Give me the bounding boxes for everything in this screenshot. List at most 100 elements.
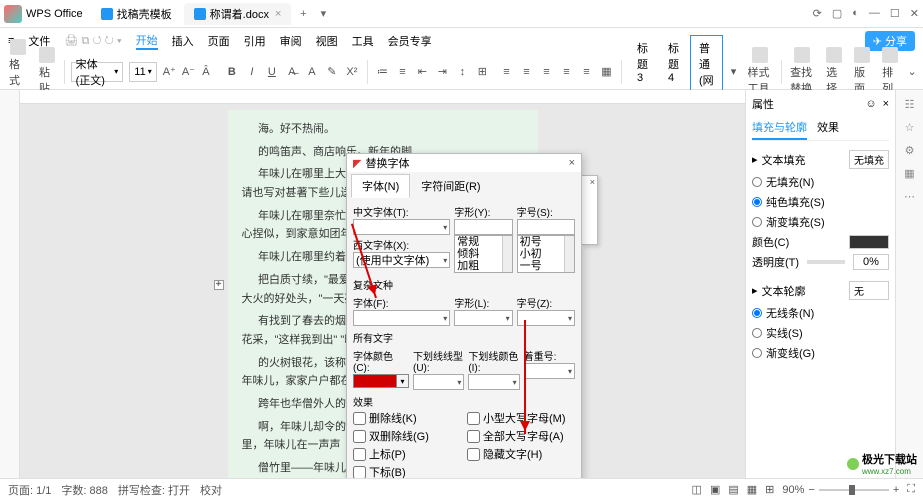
outline-dropdown[interactable]: 无 [849, 281, 889, 300]
fill-gradient-radio[interactable] [752, 217, 762, 227]
tab-fill-outline[interactable]: 填充与轮廓 [752, 116, 807, 140]
tab-spacing[interactable]: 字符间距(R) [410, 174, 491, 198]
scrollbar[interactable] [502, 236, 512, 272]
dstrike-check[interactable]: 双删除线(G) [353, 428, 461, 444]
panel-close-icon[interactable]: × [883, 98, 889, 110]
zoom-out-icon[interactable]: − [808, 484, 814, 496]
section-text-fill[interactable]: 文本填充 [762, 152, 806, 168]
font-size-select[interactable]: 11▾ [129, 62, 156, 82]
allcaps-check[interactable]: 全部大写字母(A) [467, 428, 575, 444]
menu-review[interactable]: 审阅 [280, 33, 302, 49]
cjk-font-select[interactable] [353, 219, 450, 235]
maximize-icon[interactable]: ☐ [890, 7, 900, 20]
menu-member[interactable]: 会员专享 [388, 33, 432, 49]
rail-user-icon[interactable]: ☷ [905, 98, 915, 111]
menu-insert[interactable]: 插入 [172, 33, 194, 49]
bold-icon[interactable]: B [223, 63, 241, 81]
complex-size-select[interactable] [517, 310, 575, 326]
align-left-icon[interactable]: ≡ [497, 63, 515, 81]
outline-none-radio[interactable] [752, 308, 762, 318]
zoom-slider[interactable] [819, 489, 889, 491]
latin-font-select[interactable]: (使用中文字体) [353, 252, 450, 268]
new-tab-button[interactable]: + [293, 8, 313, 20]
style-input[interactable] [454, 219, 512, 235]
font-color-icon[interactable]: A [303, 63, 321, 81]
status-spell[interactable]: 拼写检查: 打开 [118, 482, 190, 498]
sync-icon[interactable]: ⟳ [813, 7, 822, 20]
rail-more-icon[interactable]: ⋯ [904, 190, 915, 203]
status-page[interactable]: 页面: 1/1 [8, 482, 51, 498]
italic-icon[interactable]: I [243, 63, 261, 81]
hidden-check[interactable]: 隐藏文字(H) [467, 446, 575, 462]
find-replace-button[interactable]: 查找替换 [787, 47, 817, 96]
theme-icon[interactable]: ◐ [852, 7, 859, 20]
subscript-check[interactable]: 下标(B) [353, 464, 461, 478]
align-dist-icon[interactable]: ≡ [577, 63, 595, 81]
layout-icon[interactable]: ⊞ [473, 63, 491, 81]
shading-icon[interactable]: ▦ [597, 63, 615, 81]
tab-close-icon[interactable]: × [275, 8, 281, 20]
zoom-control[interactable]: 90% − + [782, 484, 899, 496]
underline-color-select[interactable] [468, 374, 519, 390]
arrange-button[interactable]: 排列 [879, 47, 901, 96]
view-mode-icon[interactable]: ▦ [747, 483, 757, 496]
fullscreen-icon[interactable]: ⛶ [907, 483, 915, 496]
highlight-icon[interactable]: ✎ [323, 63, 341, 81]
tab-templates[interactable]: 找稿壳模板 [91, 3, 182, 25]
view-mode-icon[interactable]: ▣ [710, 483, 720, 496]
font-name-select[interactable]: 宋体 (正文)▾ [71, 62, 124, 82]
rail-star-icon[interactable]: ☆ [905, 121, 915, 134]
fill-none-radio[interactable] [752, 177, 762, 187]
linespace-icon[interactable]: ↕ [453, 63, 471, 81]
font-settings-icon[interactable]: Ȃ [201, 63, 211, 81]
select-button[interactable]: 选择 [823, 47, 845, 96]
smallcaps-check[interactable]: 小型大写字母(M) [467, 410, 575, 426]
paste-button[interactable]: 粘贴 [36, 47, 58, 96]
section-text-outline[interactable]: 文本轮廓 [762, 283, 806, 299]
increase-font-icon[interactable]: A⁺ [163, 63, 176, 81]
strike-icon[interactable]: A̶ [283, 63, 301, 81]
align-right-icon[interactable]: ≡ [537, 63, 555, 81]
super-sub-icon[interactable]: X² [343, 63, 361, 81]
fill-solid-radio[interactable] [752, 197, 762, 207]
numbering-icon[interactable]: ≡ [393, 63, 411, 81]
underline-select[interactable] [413, 374, 464, 390]
decrease-font-icon[interactable]: A⁻ [182, 63, 195, 81]
strike-check[interactable]: 删除线(K) [353, 410, 461, 426]
superscript-check[interactable]: 上标(P) [353, 446, 461, 462]
menu-view[interactable]: 视图 [316, 33, 338, 49]
complex-font-select[interactable] [353, 310, 450, 326]
menu-reference[interactable]: 引用 [244, 33, 266, 49]
tab-document[interactable]: 称谓着.docx × [184, 3, 292, 25]
align-center-icon[interactable]: ≡ [517, 63, 535, 81]
outline-gradient-radio[interactable] [752, 348, 762, 358]
toolbar-expand-icon[interactable]: ⌄ [907, 63, 917, 81]
size-listbox[interactable]: 初号小初一号 [517, 235, 575, 273]
dialog-close-icon[interactable]: × [569, 157, 575, 169]
outline-solid-radio[interactable] [752, 328, 762, 338]
layout-button[interactable]: 版面 [851, 47, 873, 96]
bullets-icon[interactable]: ≔ [373, 63, 391, 81]
scrollbar[interactable] [564, 236, 574, 272]
alpha-slider[interactable] [807, 260, 845, 264]
rail-tools-icon[interactable]: ⚙ [905, 144, 915, 157]
alpha-value[interactable]: 0% [853, 254, 889, 270]
tab-font[interactable]: 字体(N) [351, 174, 410, 198]
view-mode-icon[interactable]: ◫ [692, 483, 702, 496]
style-more-icon[interactable]: ▾ [729, 63, 739, 81]
complex-style-select[interactable] [454, 310, 512, 326]
feedback-icon[interactable]: ☺ [865, 98, 876, 110]
ruler[interactable] [20, 90, 745, 104]
style-listbox[interactable]: 常规倾斜加粗 [454, 235, 512, 273]
rail-grid-icon[interactable]: ▦ [904, 167, 914, 180]
menu-tools-icons[interactable]: 🖨 ⧉ ↺ ↻ ▾ [64, 34, 121, 48]
underline-icon[interactable]: U [263, 63, 281, 81]
menu-home[interactable]: 开始 [136, 32, 158, 50]
font-color-select[interactable]: ▾ [353, 374, 409, 388]
dialog-titlebar[interactable]: ◤ 替换字体 × [347, 154, 581, 172]
style-tools-button[interactable]: 样式工具 [744, 47, 774, 96]
box-icon[interactable]: ▢ [832, 7, 842, 20]
tab-menu-button[interactable]: ▾ [313, 7, 333, 20]
minimize-icon[interactable]: — [869, 7, 880, 20]
view-mode-icon[interactable]: ▤ [728, 483, 738, 496]
